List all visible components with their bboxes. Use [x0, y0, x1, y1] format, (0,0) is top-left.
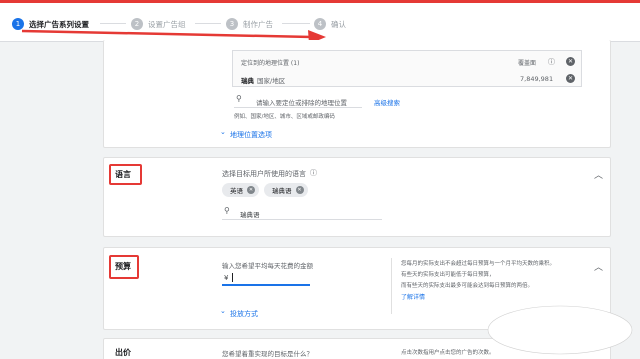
budget-input[interactable]: ¥: [222, 272, 310, 286]
language-prompt: 选择目标用户所使用的语言: [222, 170, 306, 178]
language-card: 语言 选择目标用户所使用的语言 ⓘ ︿ 英语 ✕ 瑞典语 ✕ ⚲ 瑞典语: [103, 157, 611, 237]
text-cursor: [232, 273, 233, 282]
help-icon[interactable]: ⓘ: [548, 57, 555, 67]
budget-help-line3: 而有些天的实际支出最多可能会达到每日预算的两倍。: [401, 283, 534, 289]
delivery-method-link[interactable]: 投放方式: [230, 309, 258, 319]
reach-header: 覆盖面: [518, 60, 537, 67]
advanced-search-link[interactable]: 高级搜索: [374, 97, 400, 107]
language-title: 语言: [115, 170, 131, 179]
location-card: 定位到的地理位置 (1) 覆盖面 ⓘ ✕ 瑞典 国家/地区 7,849,981 …: [103, 40, 611, 148]
remove-chip-icon[interactable]: ✕: [247, 186, 255, 194]
collapse-icon[interactable]: ︿: [594, 260, 603, 273]
bidding-title: 出价: [115, 348, 131, 357]
help-icon[interactable]: ⓘ: [310, 168, 317, 178]
budget-title: 预算: [115, 262, 131, 271]
language-chip-english[interactable]: 英语 ✕: [222, 183, 259, 197]
currency-symbol: ¥: [224, 274, 229, 282]
language-search-value: 瑞典语: [240, 211, 260, 219]
targeted-locations-box: 定位到的地理位置 (1) 覆盖面 ⓘ ✕ 瑞典 国家/地区 7,849,981 …: [232, 50, 582, 87]
budget-help-line2: 有些天的实际支出可能低于每日预算，: [401, 272, 495, 278]
location-search-input[interactable]: ⚲ 请输入要定位或排除的地理位置: [234, 94, 362, 108]
location-hint: 例如、国家/地区、城市、区域或邮政编码: [234, 114, 335, 120]
location-search-placeholder: 请输入要定位或排除的地理位置: [256, 99, 347, 107]
chip-label: 英语: [230, 187, 243, 195]
search-icon: ⚲: [224, 206, 230, 215]
budget-help-line1: 您每月的实际支出不会超过每日预算与一个月平均天数的乘积。: [401, 261, 556, 267]
chevron-down-icon[interactable]: ⌄: [220, 307, 226, 315]
location-options-link[interactable]: 地理位置选项: [230, 130, 272, 140]
learn-more-link[interactable]: 了解详情: [401, 292, 425, 301]
language-chip-swedish[interactable]: 瑞典语 ✕: [264, 183, 308, 197]
collapse-icon[interactable]: ︿: [594, 168, 603, 181]
remove-chip-icon[interactable]: ✕: [295, 186, 304, 194]
divider: [391, 258, 392, 314]
budget-prompt: 输入您希望平均每天花费的金额: [222, 262, 313, 270]
targeted-locations-header: 定位到的地理位置 (1): [241, 60, 300, 67]
redaction-scribble: [487, 305, 633, 355]
chip-label: 瑞典语: [272, 187, 292, 195]
remove-location-icon[interactable]: ✕: [566, 74, 575, 83]
bidding-prompt: 您希望着重实现的目标是什么？: [222, 350, 313, 358]
location-name: 瑞典: [241, 77, 254, 85]
location-reach: 7,849,981: [520, 75, 554, 83]
language-search-input[interactable]: ⚲ 瑞典语: [222, 206, 382, 220]
location-type: 国家/地区: [257, 77, 286, 85]
close-icon[interactable]: ✕: [566, 57, 575, 66]
chevron-down-icon[interactable]: ⌄: [220, 128, 226, 136]
search-icon: ⚲: [236, 94, 242, 103]
